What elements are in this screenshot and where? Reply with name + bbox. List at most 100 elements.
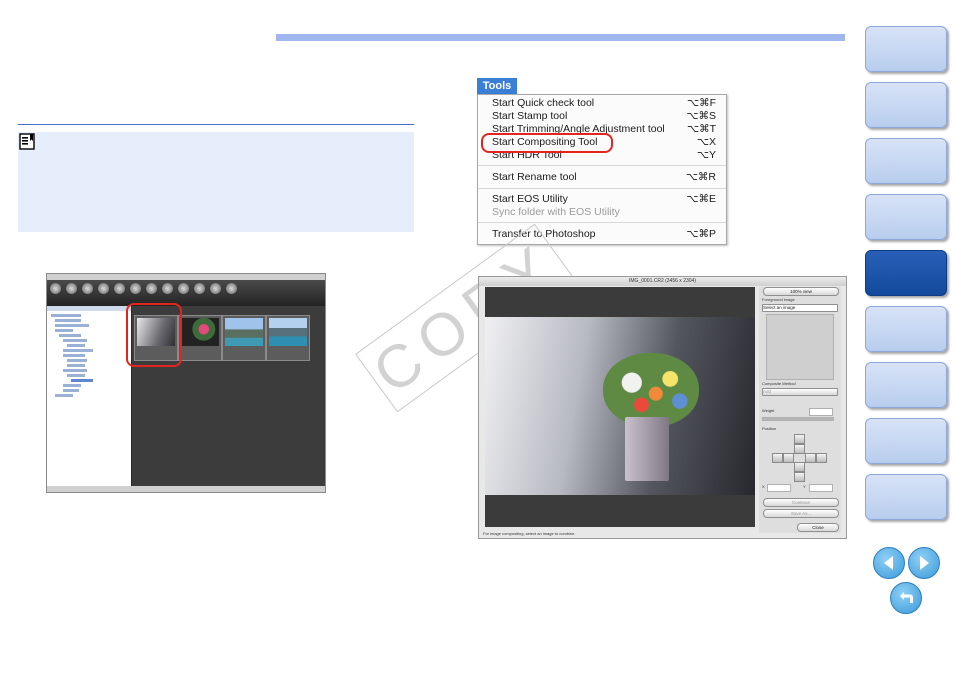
toolbar-button-icon (66, 283, 77, 294)
toolbar-button-icon (162, 283, 173, 294)
toolbar-button-icon (178, 283, 189, 294)
weight-input[interactable] (809, 408, 833, 416)
tree-item (63, 389, 79, 392)
tree-item (67, 364, 85, 367)
foreground-image-label: Foreground image (762, 297, 795, 302)
status-bar (47, 486, 325, 492)
tree-item (51, 314, 81, 317)
move-right-arrow-icon[interactable] (805, 453, 816, 463)
status-text: For image compositing, select an image t… (483, 531, 576, 536)
menu-item-stamp[interactable]: Start Stamp tool ⌥⌘S (492, 110, 716, 123)
menu-item-label: Start Stamp tool (492, 110, 568, 122)
tools-menu-title[interactable]: Tools (477, 78, 517, 94)
nav-tab-2[interactable] (865, 82, 947, 128)
tree-item (67, 374, 85, 377)
thumbnail (222, 315, 266, 361)
y-position-input[interactable] (809, 484, 833, 492)
thumbnail-image (269, 318, 307, 346)
composite-method-label: Composite Method (762, 381, 796, 386)
menu-item-rename[interactable]: Start Rename tool ⌥⌘R (492, 171, 716, 184)
note-icon (19, 133, 35, 150)
tree-item (55, 319, 81, 322)
nav-tab-1[interactable] (865, 26, 947, 72)
x-position-input[interactable] (767, 484, 791, 492)
save-as-button[interactable]: Save As... (763, 509, 839, 518)
folder-tree (47, 306, 131, 486)
thumbnail-image (225, 318, 263, 346)
composite-method-select[interactable]: Add (762, 388, 838, 396)
thumbnail (266, 315, 310, 361)
x-label: X (762, 484, 765, 489)
menu-item-eos-utility[interactable]: Start EOS Utility ⌥⌘E (492, 193, 716, 206)
tree-item (55, 394, 73, 397)
note-box (18, 132, 414, 232)
compositing-tool-window-screenshot: IMG_0001.CR2 (3456 x 2304) 100% view For… (478, 276, 847, 539)
dpp-main-window-screenshot (46, 273, 326, 493)
move-left-fast-arrow-icon[interactable] (772, 453, 783, 463)
return-button[interactable] (890, 582, 922, 614)
tree-item (55, 329, 73, 332)
toolbar-button-icon (98, 283, 109, 294)
return-icon (900, 592, 913, 603)
menu-item-shortcut: ⌥⌘T (686, 123, 716, 135)
tree-item (71, 379, 93, 382)
arrow-right-icon (920, 556, 929, 570)
menu-item-shortcut: ⌥⌘F (686, 97, 716, 109)
toolbar-button-icon (82, 283, 93, 294)
move-left-arrow-icon[interactable] (783, 453, 794, 463)
position-label: Position (762, 426, 777, 431)
toolbar-button-icon (146, 283, 157, 294)
menu-item-shortcut: ⌥⌘S (686, 110, 716, 122)
nav-tab-4[interactable] (865, 194, 947, 240)
toolbar-button-icon (50, 283, 61, 294)
menu-separator (478, 165, 726, 166)
next-page-button[interactable] (908, 547, 940, 579)
menu-item-label: Sync folder with EOS Utility (492, 206, 620, 218)
move-down-arrow-icon[interactable] (794, 472, 805, 482)
tree-item (63, 369, 87, 372)
nav-tab-7[interactable] (865, 362, 947, 408)
menu-item-shortcut: ⌥Y (696, 149, 716, 161)
tools-menu: Start Quick check tool ⌥⌘F Start Stamp t… (477, 94, 727, 245)
toolbar-button-icon (226, 283, 237, 294)
menu-separator (478, 188, 726, 189)
weight-label: Weight (762, 408, 775, 413)
move-up-arrow-icon[interactable] (794, 434, 805, 444)
continue-button[interactable]: Continue (763, 498, 839, 507)
weight-slider[interactable] (762, 417, 834, 421)
menu-separator (478, 222, 726, 223)
toolbar-button-icon (130, 283, 141, 294)
arrow-left-icon (884, 556, 893, 570)
foreground-preview (766, 314, 834, 380)
menu-item-shortcut: ⌥⌘P (686, 228, 716, 240)
menu-item-shortcut: ⌥⌘E (686, 193, 716, 205)
tree-tabs (47, 306, 131, 311)
menu-item-label: Start EOS Utility (492, 193, 568, 205)
nav-tab-8[interactable] (865, 418, 947, 464)
menu-item-sync-folder: Sync folder with EOS Utility (492, 206, 716, 219)
foreground-image-select[interactable]: Select an image (762, 304, 838, 312)
nav-tab-6[interactable] (865, 306, 947, 352)
nav-tab-9[interactable] (865, 474, 947, 520)
100-percent-view-button[interactable]: 100% view (763, 287, 839, 296)
move-right-fast-arrow-icon[interactable] (816, 453, 827, 463)
tree-item (67, 344, 85, 347)
tree-item (63, 349, 93, 352)
previous-page-button[interactable] (873, 547, 905, 579)
move-up-small-arrow-icon[interactable] (794, 444, 805, 454)
thumbnail-image (181, 318, 219, 346)
flower-photo (485, 317, 755, 495)
toolbar-button-icon (194, 283, 205, 294)
menu-item-quick-check[interactable]: Start Quick check tool ⌥⌘F (492, 97, 716, 110)
composite-settings-panel: 100% view Foreground image Select an ima… (759, 287, 841, 533)
menu-item-shortcut: ⌥⌘R (685, 171, 716, 183)
toolbar-button-icon (114, 283, 125, 294)
nav-tab-5-active[interactable] (865, 250, 947, 296)
move-down-small-arrow-icon[interactable] (794, 462, 805, 472)
menu-item-label: Start Quick check tool (492, 97, 595, 109)
close-button[interactable]: Close (797, 523, 839, 532)
toolbar (47, 280, 325, 306)
nav-tab-3[interactable] (865, 138, 947, 184)
vase (625, 417, 669, 481)
thumbnail (178, 315, 222, 361)
